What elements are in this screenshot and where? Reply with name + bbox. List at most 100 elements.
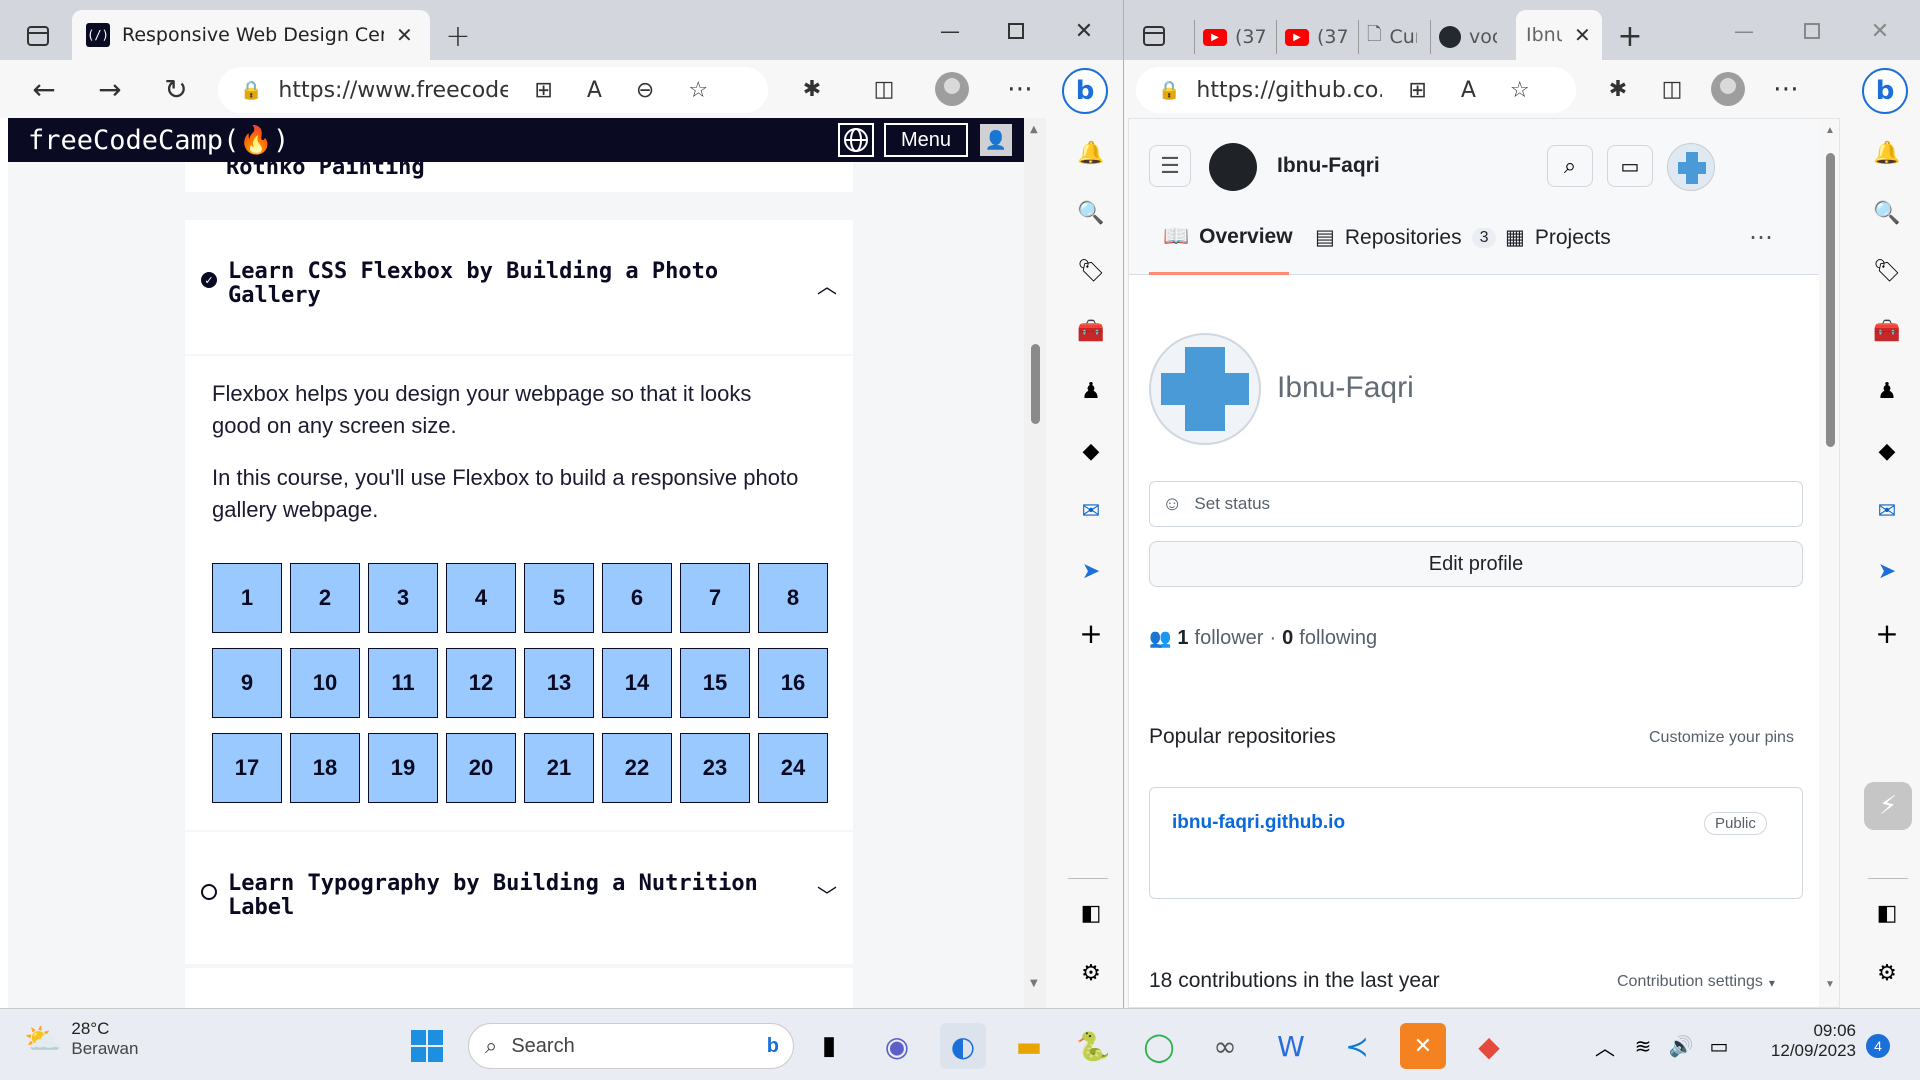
- notification-bell-icon[interactable]: 🔔: [1076, 138, 1106, 168]
- microsoft-365-icon[interactable]: ◆: [1076, 436, 1106, 466]
- tab-actions-icon-right[interactable]: [1136, 18, 1172, 54]
- step-8-button[interactable]: 8: [758, 563, 828, 633]
- step-6-button[interactable]: 6: [602, 563, 672, 633]
- step-4-button[interactable]: 4: [446, 563, 516, 633]
- lightning-app-icon[interactable]: ⚡: [1864, 782, 1912, 830]
- extensions-icon[interactable]: ✱: [1596, 67, 1640, 111]
- repo-link[interactable]: ibnu-faqri.github.io: [1172, 812, 1345, 834]
- shopping-tag-icon[interactable]: 🏷: [1076, 256, 1106, 286]
- extensions-icon[interactable]: ✱: [790, 67, 834, 111]
- taskbar-search-box[interactable]: ⌕ Search b: [468, 1023, 794, 1069]
- wifi-icon[interactable]: ≋: [1626, 1023, 1660, 1069]
- step-5-button[interactable]: 5: [524, 563, 594, 633]
- address-bar[interactable]: 🔒 https://www.freecodec... ⊞ A ⊖ ☆: [218, 67, 768, 113]
- outlook-icon[interactable]: ✉: [1076, 496, 1106, 526]
- step-23-button[interactable]: 23: [680, 733, 750, 803]
- left-scroll-thumb[interactable]: [1031, 344, 1040, 424]
- inbox-icon[interactable]: ▭: [1607, 145, 1653, 187]
- windows-start-icon[interactable]: [404, 1023, 450, 1069]
- header-avatar[interactable]: [1667, 143, 1715, 191]
- step-7-button[interactable]: 7: [680, 563, 750, 633]
- step-12-button[interactable]: 12: [446, 648, 516, 718]
- globe-icon[interactable]: [838, 123, 874, 157]
- new-tab-icon-right[interactable]: +: [1612, 18, 1648, 54]
- step-11-button[interactable]: 11: [368, 648, 438, 718]
- read-aloud-icon[interactable]: A: [587, 78, 602, 103]
- microsoft-365-icon[interactable]: ◆: [1872, 436, 1902, 466]
- search-sidebar-icon[interactable]: 🔍: [1872, 198, 1902, 228]
- games-icon[interactable]: ♟: [1076, 376, 1106, 406]
- circle-app-icon[interactable]: ◯: [1136, 1023, 1182, 1069]
- github-logo-icon[interactable]: [1209, 143, 1257, 191]
- menu-button[interactable]: Menu: [884, 123, 968, 157]
- teams-icon[interactable]: ◉: [874, 1023, 920, 1069]
- profile-avatar[interactable]: [930, 67, 974, 111]
- step-15-button[interactable]: 15: [680, 648, 750, 718]
- bing-copilot-icon[interactable]: b: [1862, 68, 1908, 114]
- volume-icon[interactable]: 🔊: [1664, 1023, 1698, 1069]
- tab-youtube-2[interactable]: ▶ (37: [1276, 20, 1356, 54]
- add-sidebar-icon[interactable]: +: [1872, 617, 1902, 650]
- step-2-button[interactable]: 2: [290, 563, 360, 633]
- tools-briefcase-icon[interactable]: 🧰: [1076, 316, 1106, 346]
- read-aloud-icon[interactable]: A: [1461, 78, 1476, 103]
- close-window-icon[interactable]: ✕: [1064, 16, 1104, 46]
- tools-briefcase-icon[interactable]: 🧰: [1872, 316, 1902, 346]
- step-19-button[interactable]: 19: [368, 733, 438, 803]
- block-flexbox-header[interactable]: ✓ Learn CSS Flexbox by Building a Photo …: [185, 220, 853, 354]
- block-typography[interactable]: Learn Typography by Building a Nutrition…: [185, 832, 853, 964]
- add-sidebar-icon[interactable]: +: [1076, 617, 1106, 650]
- user-avatar[interactable]: 👤: [980, 124, 1012, 156]
- step-17-button[interactable]: 17: [212, 733, 282, 803]
- followers-count[interactable]: 1: [1177, 627, 1188, 650]
- clock[interactable]: 09:06 12/09/2023: [1746, 1021, 1856, 1061]
- outlook-icon[interactable]: ✉: [1872, 496, 1902, 526]
- right-scroll-thumb[interactable]: [1826, 153, 1835, 447]
- step-18-button[interactable]: 18: [290, 733, 360, 803]
- search-icon[interactable]: ⌕: [1547, 145, 1593, 187]
- tab-github[interactable]: voc: [1430, 20, 1500, 54]
- git-app-icon[interactable]: ◆: [1466, 1023, 1512, 1069]
- send-icon[interactable]: ➤: [1076, 556, 1106, 586]
- maximize-icon-right[interactable]: [1792, 16, 1832, 46]
- tab-document[interactable]: 🗋 Cur: [1358, 20, 1428, 54]
- new-tab-icon[interactable]: +: [440, 18, 476, 54]
- more-options-icon[interactable]: ⋯: [1764, 67, 1808, 111]
- customize-pins-link[interactable]: Customize your pins: [1649, 729, 1794, 747]
- forward-icon[interactable]: →: [88, 67, 132, 111]
- chevron-up-icon[interactable]: ︿: [817, 270, 837, 299]
- python-icon[interactable]: 🐍: [1070, 1023, 1116, 1069]
- tab-overview[interactable]: 📖 Overview: [1149, 215, 1293, 275]
- more-options-icon[interactable]: ⋯: [998, 67, 1042, 111]
- address-bar-right[interactable]: 🔒 https://github.co... ⊞ A ☆: [1136, 67, 1576, 113]
- left-scrollbar[interactable]: ▲ ▼: [1024, 118, 1046, 1008]
- hamburger-menu-icon[interactable]: ☰: [1149, 145, 1191, 187]
- profile-avatar[interactable]: [1706, 67, 1750, 111]
- w-app-icon[interactable]: W: [1268, 1023, 1314, 1069]
- infinity-app-icon[interactable]: ∞: [1202, 1023, 1248, 1069]
- right-scrollbar[interactable]: ▲ ▼: [1819, 119, 1839, 1007]
- battery-icon[interactable]: ▭: [1702, 1023, 1736, 1069]
- apps-icon[interactable]: ⊞: [534, 78, 552, 103]
- step-16-button[interactable]: 16: [758, 648, 828, 718]
- step-9-button[interactable]: 9: [212, 648, 282, 718]
- tab-github-profile[interactable]: Ibnu ✕: [1516, 10, 1602, 60]
- tab-projects[interactable]: ▦ Projects: [1499, 215, 1617, 260]
- step-24-button[interactable]: 24: [758, 733, 828, 803]
- step-3-button[interactable]: 3: [368, 563, 438, 633]
- set-status-button[interactable]: ☺ Set status: [1149, 481, 1803, 527]
- following-count[interactable]: 0: [1282, 627, 1293, 650]
- bing-copilot-icon[interactable]: b: [1062, 68, 1108, 114]
- fcc-logo[interactable]: freeCodeCamp(🔥): [28, 124, 289, 156]
- close-tab-icon[interactable]: ✕: [1574, 23, 1591, 47]
- step-21-button[interactable]: 21: [524, 733, 594, 803]
- chevron-down-icon[interactable]: ﹀: [817, 880, 837, 909]
- tab-repositories[interactable]: ▤ Repositories 3: [1309, 215, 1502, 260]
- edit-profile-button[interactable]: Edit profile: [1149, 541, 1803, 587]
- refresh-icon[interactable]: ↻: [154, 67, 198, 111]
- step-20-button[interactable]: 20: [446, 733, 516, 803]
- tab-youtube-1[interactable]: ▶ (37: [1194, 20, 1274, 54]
- back-icon[interactable]: ←: [22, 67, 66, 111]
- apps-icon[interactable]: ⊞: [1408, 78, 1426, 103]
- notification-bell-icon[interactable]: 🔔: [1872, 138, 1902, 168]
